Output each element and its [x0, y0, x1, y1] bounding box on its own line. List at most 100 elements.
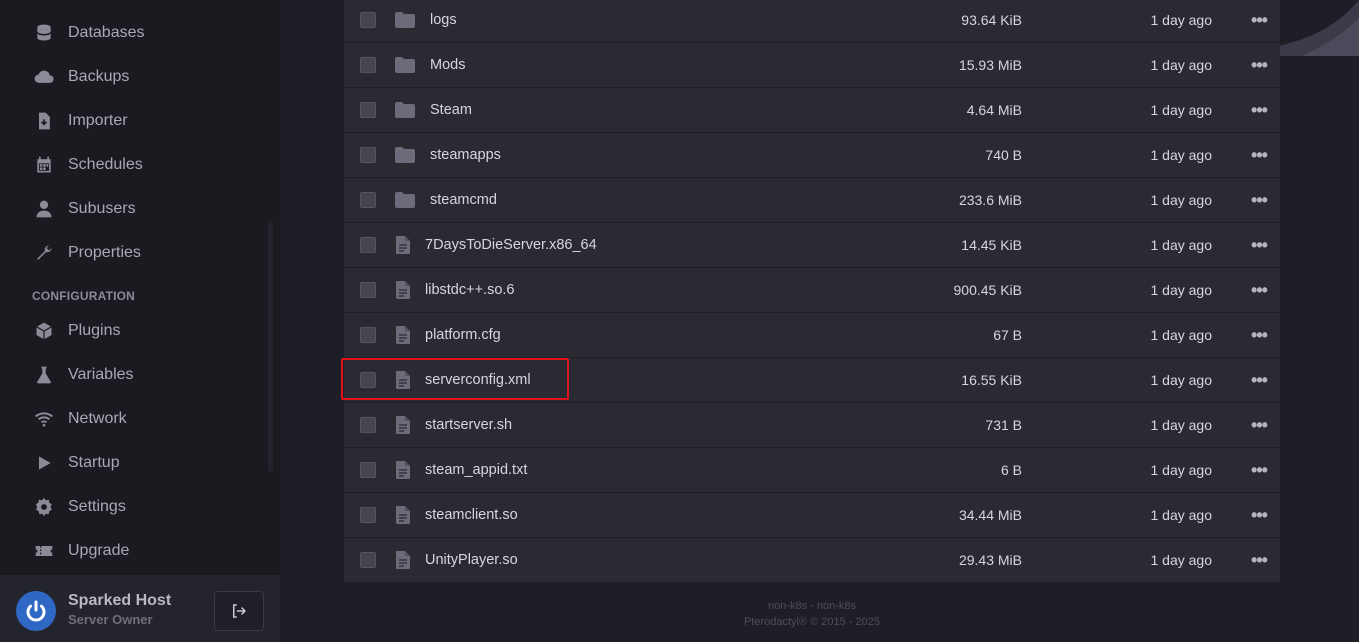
row-menu-button[interactable]: •••	[1248, 55, 1270, 75]
file-size: 4.64 MiB	[966, 102, 1022, 118]
logout-icon	[233, 604, 246, 618]
sidebar-item-databases[interactable]: Databases	[0, 11, 280, 55]
row-checkbox[interactable]	[360, 417, 376, 433]
file-row[interactable]: steamclient.so 34.44 MiB 1 day ago •••	[344, 493, 1280, 538]
file-row[interactable]: serverconfig.xml 16.55 KiB 1 day ago •••	[344, 358, 1280, 403]
sidebar-item-variables[interactable]: Variables	[0, 353, 280, 397]
file-modified: 1 day ago	[1150, 12, 1213, 28]
file-size: 15.93 MiB	[958, 57, 1022, 73]
file-row[interactable]: platform.cfg 67 B 1 day ago •••	[344, 313, 1280, 358]
file-name[interactable]: Mods	[430, 57, 465, 73]
sidebar-item-properties[interactable]: Properties	[0, 231, 280, 275]
row-menu-button[interactable]: •••	[1248, 325, 1270, 345]
sidebar-scrollbar[interactable]	[268, 222, 273, 472]
file-name[interactable]: startserver.sh	[425, 417, 512, 433]
file-name[interactable]: libstdc++.so.6	[425, 282, 514, 298]
row-menu-button[interactable]: •••	[1248, 100, 1270, 120]
sidebar-item-plugins[interactable]: Plugins	[0, 309, 280, 353]
row-checkbox[interactable]	[360, 462, 376, 478]
file-icon	[396, 326, 410, 344]
file-size: 16.55 KiB	[961, 372, 1022, 388]
row-menu-button[interactable]: •••	[1248, 145, 1270, 165]
sidebar-item-label: Subusers	[68, 200, 136, 217]
sidebar-item-startup[interactable]: Startup	[0, 441, 280, 485]
row-checkbox[interactable]	[360, 237, 376, 253]
power-icon	[26, 600, 46, 622]
row-checkbox[interactable]	[360, 327, 376, 343]
row-checkbox[interactable]	[360, 507, 376, 523]
file-name[interactable]: steam_appid.txt	[425, 462, 527, 478]
file-row[interactable]: Steam 4.64 MiB 1 day ago •••	[344, 88, 1280, 133]
sidebar-item-label: Importer	[68, 112, 128, 129]
file-row[interactable]: 7DaysToDieServer.x86_64 14.45 KiB 1 day ag…	[344, 223, 1280, 268]
sidebar-item-settings[interactable]: Settings	[0, 485, 280, 529]
file-name[interactable]: steamcmd	[430, 192, 497, 208]
row-menu-button[interactable]: •••	[1248, 505, 1270, 525]
file-icon	[396, 371, 410, 389]
file-size: 233.6 MiB	[958, 192, 1022, 208]
sidebar-item-label: Properties	[68, 244, 141, 261]
row-checkbox[interactable]	[360, 147, 376, 163]
file-size: 67 B	[993, 327, 1022, 343]
sidebar-item-schedules[interactable]: Schedules	[0, 143, 280, 187]
file-name[interactable]: serverconfig.xml	[425, 372, 531, 388]
play-icon	[33, 452, 55, 474]
file-modified: 1 day ago	[1150, 462, 1213, 478]
file-row[interactable]: steamapps 740 B 1 day ago •••	[344, 133, 1280, 178]
row-menu-button[interactable]: •••	[1248, 370, 1270, 390]
row-menu-button[interactable]: •••	[1248, 280, 1270, 300]
logout-button[interactable]	[214, 591, 264, 631]
folder-icon	[395, 12, 415, 28]
row-menu-button[interactable]: •••	[1248, 460, 1270, 480]
file-modified: 1 day ago	[1150, 237, 1213, 253]
file-size: 740 B	[985, 147, 1022, 163]
ticket-icon	[33, 540, 55, 562]
row-checkbox[interactable]	[360, 57, 376, 73]
file-modified: 1 day ago	[1150, 327, 1213, 343]
sidebar-item-network[interactable]: Network	[0, 397, 280, 441]
file-name[interactable]: logs	[430, 12, 457, 28]
sidebar-item-backups[interactable]: Backups	[0, 55, 280, 99]
sidebar-item-label: Variables	[68, 366, 134, 383]
sidebar-item-importer[interactable]: Importer	[0, 99, 280, 143]
file-list: logs 93.64 KiB 1 day ago ••• Mods 15.93 MiB 1 …	[344, 0, 1280, 583]
file-name[interactable]: 7DaysToDieServer.x86_64	[425, 237, 597, 253]
row-menu-button[interactable]: •••	[1248, 235, 1270, 255]
file-row[interactable]: startserver.sh 731 B 1 day ago •••	[344, 403, 1280, 448]
file-row[interactable]: Mods 15.93 MiB 1 day ago •••	[344, 43, 1280, 88]
avatar[interactable]	[16, 591, 56, 631]
sidebar-item-label: Plugins	[68, 322, 121, 339]
file-name[interactable]: steamclient.so	[425, 507, 518, 523]
row-menu-button[interactable]: •••	[1248, 10, 1270, 30]
file-row[interactable]: UnityPlayer.so 29.43 MiB 1 day ago •••	[344, 538, 1280, 583]
file-name[interactable]: Steam	[430, 102, 472, 118]
row-menu-button[interactable]: •••	[1248, 415, 1270, 435]
folder-icon	[395, 192, 415, 208]
sidebar-item-upgrade[interactable]: Upgrade	[0, 529, 280, 573]
row-checkbox[interactable]	[360, 102, 376, 118]
file-name[interactable]: steamapps	[430, 147, 501, 163]
file-icon	[396, 461, 410, 479]
file-name[interactable]: UnityPlayer.so	[425, 552, 518, 568]
sidebar-item-label: Startup	[68, 454, 120, 471]
file-modified: 1 day ago	[1150, 417, 1213, 433]
database-icon	[33, 22, 55, 44]
cube-icon	[33, 320, 55, 342]
file-row[interactable]: steamcmd 233.6 MiB 1 day ago •••	[344, 178, 1280, 223]
sidebar-item-subusers[interactable]: Subusers	[0, 187, 280, 231]
file-row[interactable]: steam_appid.txt 6 B 1 day ago •••	[344, 448, 1280, 493]
row-checkbox[interactable]	[360, 192, 376, 208]
row-menu-button[interactable]: •••	[1248, 190, 1270, 210]
row-checkbox[interactable]	[360, 372, 376, 388]
row-checkbox[interactable]	[360, 552, 376, 568]
row-menu-button[interactable]: •••	[1248, 550, 1270, 570]
row-checkbox[interactable]	[360, 282, 376, 298]
file-row[interactable]: logs 93.64 KiB 1 day ago •••	[344, 0, 1280, 43]
file-icon	[396, 416, 410, 434]
file-row[interactable]: libstdc++.so.6 900.45 KiB 1 day ago •••	[344, 268, 1280, 313]
file-name[interactable]: platform.cfg	[425, 327, 501, 343]
folder-icon	[395, 102, 415, 118]
file-size: 34.44 MiB	[958, 507, 1022, 523]
gear-icon	[33, 496, 55, 518]
row-checkbox[interactable]	[360, 12, 376, 28]
